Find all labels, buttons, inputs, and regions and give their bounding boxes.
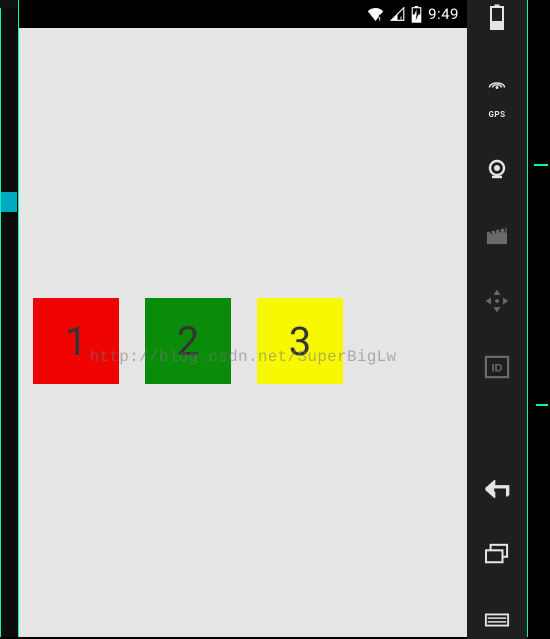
marker bbox=[534, 164, 548, 166]
dpad-icon[interactable] bbox=[480, 286, 514, 316]
box-label: 1 bbox=[65, 318, 87, 365]
overview-icon[interactable] bbox=[480, 539, 514, 569]
battery-charging-icon bbox=[411, 6, 422, 23]
camera-icon[interactable] bbox=[480, 155, 514, 185]
back-icon[interactable] bbox=[480, 474, 514, 504]
status-bar: ! ! 9:49 bbox=[19, 0, 467, 28]
cellular-icon: ! bbox=[390, 7, 405, 21]
box-2[interactable]: 2 bbox=[145, 298, 231, 384]
box-label: 2 bbox=[177, 318, 199, 365]
svg-text:!: ! bbox=[400, 15, 402, 21]
gps-label: GPS bbox=[488, 110, 505, 119]
gps-icon[interactable] bbox=[480, 68, 514, 98]
svg-text:!: ! bbox=[379, 16, 381, 21]
box-3[interactable]: 3 bbox=[257, 298, 343, 384]
boxes-row: 1 2 3 bbox=[33, 298, 343, 384]
wifi-icon: ! bbox=[367, 7, 384, 21]
status-clock: 9:49 bbox=[428, 5, 459, 23]
ide-left-gutter bbox=[0, 8, 19, 637]
emulator-window: ! ! 9:49 bbox=[18, 0, 528, 637]
ide-selection bbox=[1, 192, 17, 212]
app-content: 1 2 3 http://blog.csdn.net/SuperBigLw bbox=[19, 28, 467, 637]
device-screen: ! ! 9:49 bbox=[19, 0, 467, 637]
emulator-toolbar: GPS bbox=[467, 0, 527, 639]
box-label: 3 bbox=[289, 318, 311, 365]
battery-icon[interactable] bbox=[480, 2, 514, 32]
box-1[interactable]: 1 bbox=[33, 298, 119, 384]
menu-icon[interactable] bbox=[480, 605, 514, 635]
clapperboard-icon[interactable] bbox=[480, 220, 514, 250]
ide-right-gutter bbox=[526, 0, 550, 637]
marker bbox=[536, 404, 548, 406]
id-icon[interactable]: ID bbox=[480, 352, 514, 382]
svg-text:ID: ID bbox=[491, 362, 502, 374]
